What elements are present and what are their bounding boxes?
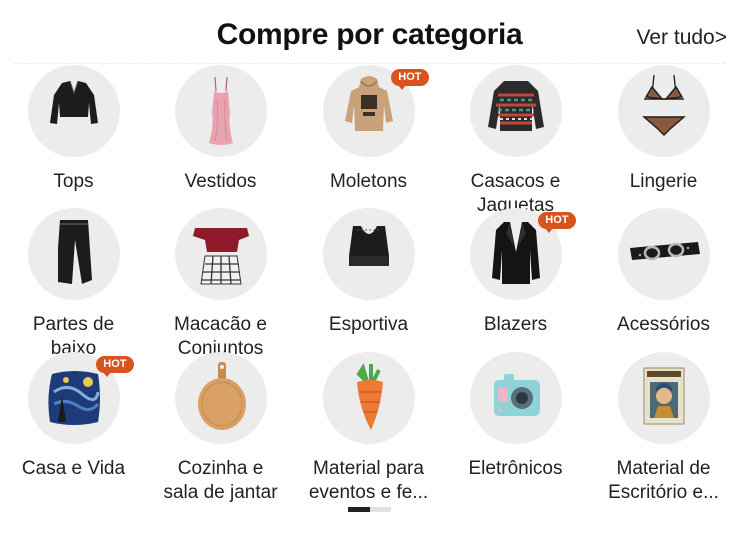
category-moletons[interactable]: HOT Moletons	[295, 65, 442, 194]
category-image	[27, 65, 120, 157]
carrot-pinata-icon	[355, 363, 383, 430]
category-image	[617, 65, 710, 157]
category-label: Moletons	[329, 171, 408, 192]
category-label: Esportiva	[328, 314, 409, 335]
category-image: HOT	[322, 65, 429, 157]
category-label: Eletrônicos	[468, 458, 563, 479]
category-casacos-jaquetas[interactable]: Casacos e Jaquetas	[442, 65, 589, 218]
category-image	[469, 65, 562, 157]
hot-badge: HOT	[391, 69, 429, 90]
category-material-para-eventos[interactable]: Material para eventos e fe...	[295, 352, 442, 505]
category-image	[617, 352, 710, 444]
kids-camera-icon	[493, 374, 540, 416]
category-image	[469, 352, 562, 444]
crop-top-icon	[49, 80, 98, 124]
category-eletronicos[interactable]: Eletrônicos	[442, 352, 589, 481]
category-cozinha-sala-de-jantar[interactable]: Cozinha e sala de jantar	[147, 352, 294, 505]
category-label: Blazers	[483, 314, 548, 335]
page-indicator-active	[348, 507, 370, 512]
category-partes-de-baixo[interactable]: Partes de baixo	[0, 208, 147, 361]
category-label: Material de Escritório e...	[608, 458, 719, 503]
two-piece-set-icon	[192, 228, 249, 285]
page-indicator-inactive	[370, 507, 391, 512]
belt-icon	[629, 242, 700, 261]
category-image: HOT	[27, 352, 134, 444]
page-indicator	[348, 507, 391, 512]
category-esportiva[interactable]: Esportiva	[295, 208, 442, 337]
category-acessorios[interactable]: Acessórios	[590, 208, 737, 337]
category-label: Acessórios	[617, 314, 710, 335]
hot-badge: HOT	[538, 212, 576, 233]
category-image	[322, 208, 415, 300]
category-image	[27, 208, 120, 300]
patterned-sweater-icon	[487, 81, 544, 131]
category-lingerie[interactable]: Lingerie	[590, 65, 737, 194]
category-blazers[interactable]: HOT Blazers	[442, 208, 589, 337]
category-label: Casa e Vida	[21, 458, 126, 479]
category-image	[174, 65, 267, 157]
category-image	[322, 352, 415, 444]
category-label: Cozinha e sala de jantar	[163, 458, 278, 503]
category-image	[174, 352, 267, 444]
category-label: Lingerie	[629, 171, 698, 192]
category-image	[174, 208, 267, 300]
lingerie-icon	[641, 74, 686, 136]
category-material-de-escritorio[interactable]: Material de Escritório e...	[590, 352, 737, 505]
category-image	[617, 208, 710, 300]
hot-badge: HOT	[96, 356, 134, 377]
sports-bra-icon	[348, 226, 389, 266]
cutting-board-icon	[197, 362, 246, 430]
category-label: Tops	[53, 171, 94, 192]
category-tops[interactable]: Tops	[0, 65, 147, 194]
category-label: Vestidos	[184, 171, 257, 192]
category-vestidos[interactable]: Vestidos	[147, 65, 294, 194]
category-grid: Tops Vestidos HOT Moletons Casacos e Jaq…	[0, 0, 739, 520]
joggers-icon	[57, 220, 92, 284]
slip-dress-icon	[208, 76, 233, 145]
vintage-notebook-icon	[643, 367, 684, 425]
category-macacao-conjuntos[interactable]: Macacão e Conjuntos	[147, 208, 294, 361]
category-casa-e-vida[interactable]: HOT Casa e Vida	[0, 352, 147, 481]
category-label: Material para eventos e fe...	[308, 458, 429, 503]
category-image: HOT	[469, 208, 576, 300]
